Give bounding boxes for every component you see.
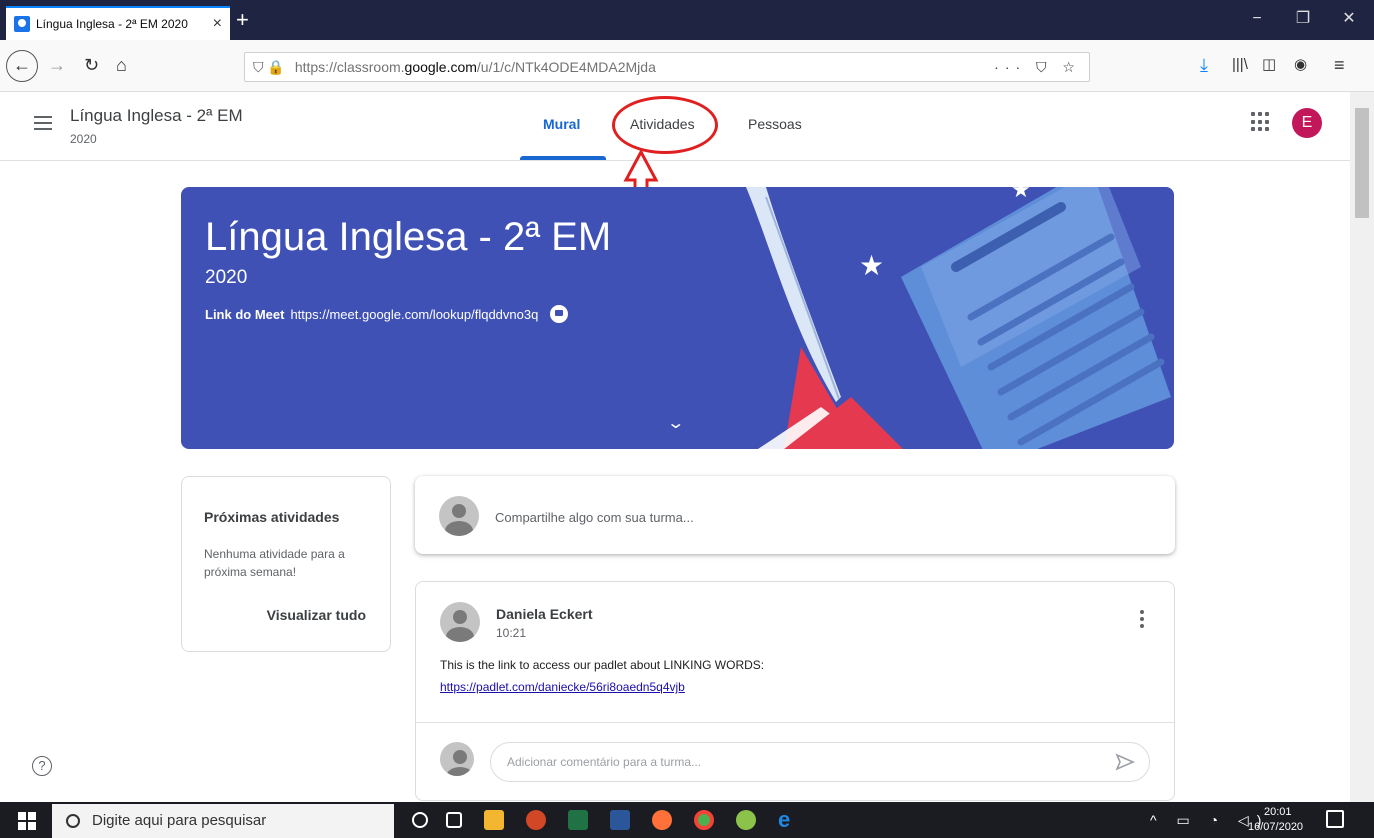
post-time: 10:21 <box>496 626 527 640</box>
firefox-icon[interactable] <box>652 810 672 830</box>
class-title[interactable]: Língua Inglesa - 2ª EM <box>70 106 243 126</box>
browser-tab-strip: Língua Inglesa - 2ª EM 2020 × + − ❐ ✕ <box>0 0 1374 40</box>
excel-icon[interactable] <box>568 810 588 830</box>
banner-title: Língua Inglesa - 2ª EM <box>205 215 612 259</box>
restore-button[interactable]: ❐ <box>1280 6 1326 32</box>
author-avatar <box>440 602 480 642</box>
share-placeholder[interactable]: Compartilhe algo com sua turma... <box>495 510 694 525</box>
avatar[interactable]: E <box>1292 108 1322 138</box>
chevron-down-icon[interactable]: ⌄ <box>666 413 685 433</box>
taskbar-search[interactable]: Digite aqui para pesquisar <box>52 804 394 838</box>
class-subtitle: 2020 <box>70 132 97 146</box>
edge-icon[interactable]: e <box>778 809 798 831</box>
tab-close-button[interactable]: × <box>213 15 222 33</box>
file-explorer-icon[interactable] <box>484 810 504 830</box>
windows-taskbar: Digite aqui para pesquisar e ^ ▭ ◔ ◁) 20… <box>0 802 1374 838</box>
tab-title: Língua Inglesa - 2ª EM 2020 <box>36 17 188 31</box>
svg-text:★: ★ <box>1011 187 1031 202</box>
browser-tab[interactable]: Língua Inglesa - 2ª EM 2020 × <box>6 6 230 40</box>
paint-icon[interactable] <box>736 810 756 830</box>
view-all-link[interactable]: Visualizar tudo <box>267 607 366 623</box>
downloads-icon[interactable]: ⤓ <box>1200 52 1208 78</box>
meet-link-row: Link do Meet https://meet.google.com/loo… <box>205 305 569 323</box>
announcement-post: Daniela Eckert 10:21 This is the link to… <box>415 581 1175 801</box>
minimize-button[interactable]: − <box>1234 6 1280 32</box>
chrome-icon[interactable] <box>694 810 714 830</box>
url-prefix: https://classroom. <box>294 59 405 75</box>
divider <box>416 722 1174 723</box>
browser-navbar: ← → ↻ ⌂ ⛉ 🔒 https://classroom. google.com… <box>0 40 1374 92</box>
lock-icon[interactable]: ⛉ 🔒 <box>253 59 285 76</box>
notification-icon[interactable] <box>1326 810 1344 828</box>
tab-mural[interactable]: Mural <box>543 116 580 132</box>
more-vert-icon[interactable] <box>1140 610 1144 628</box>
upcoming-title: Próximas atividades <box>204 509 340 525</box>
url-bar[interactable]: ⛉ 🔒 https://classroom. google.com/u/1/c/N… <box>244 52 1090 82</box>
url-domain: google.com <box>404 59 477 75</box>
account-icon[interactable]: ◉ <box>1294 52 1307 78</box>
forward-icon[interactable]: → <box>48 52 66 78</box>
share-box[interactable]: Compartilhe algo com sua turma... <box>415 476 1175 554</box>
reload-icon[interactable]: ↻ <box>84 52 99 78</box>
comment-avatar <box>440 742 474 776</box>
home-icon[interactable]: ⌂ <box>116 52 127 78</box>
clock-time[interactable]: 20:01 <box>1264 806 1292 818</box>
clock-date[interactable]: 16/07/2020 <box>1248 821 1303 833</box>
word-icon[interactable] <box>610 810 630 830</box>
search-icon <box>66 814 80 828</box>
page-actions-icon[interactable]: ··· ⛉ ☆ <box>994 59 1081 76</box>
comment-placeholder: Adicionar comentário para a turma... <box>507 755 702 769</box>
comment-input[interactable]: Adicionar comentário para a turma... <box>490 742 1150 782</box>
menu-icon[interactable] <box>34 116 52 130</box>
scrollbar-thumb[interactable] <box>1355 108 1369 218</box>
help-icon[interactable]: ? <box>32 756 52 776</box>
firefox-menu-icon[interactable]: ≡ <box>1334 52 1345 78</box>
library-icon[interactable]: |||\ <box>1232 52 1248 78</box>
upcoming-card: Próximas atividades Nenhuma atividade pa… <box>181 476 391 652</box>
window-close-button[interactable]: ✕ <box>1326 6 1372 32</box>
upcoming-text: Nenhuma atividade para a próxima semana! <box>204 547 345 579</box>
banner-year: 2020 <box>205 267 248 288</box>
cortana-icon[interactable] <box>412 812 428 828</box>
sidebar-icon[interactable]: ◫ <box>1262 52 1276 78</box>
classroom-favicon-icon <box>14 16 30 32</box>
svg-text:★: ★ <box>859 250 884 281</box>
post-link[interactable]: https://padlet.com/daniecke/56ri8oaedn5q… <box>440 680 685 694</box>
back-icon[interactable]: ← <box>6 50 38 82</box>
tab-pessoas[interactable]: Pessoas <box>748 116 802 132</box>
apps-icon[interactable] <box>1251 112 1271 132</box>
url-path: /u/1/c/NTk4ODE4MDA2Mjda <box>476 59 656 75</box>
meet-icon[interactable] <box>550 305 569 323</box>
active-tab-indicator <box>520 156 606 160</box>
class-banner: ★ ★ Língua Inglesa - 2ª EM 2020 Link do … <box>181 187 1174 449</box>
windows-start-icon[interactable] <box>18 812 36 830</box>
send-icon[interactable] <box>1115 753 1135 771</box>
meet-label: Link do Meet <box>205 306 285 322</box>
task-view-icon[interactable] <box>446 812 462 828</box>
avatar <box>439 496 479 536</box>
meet-url-link[interactable]: https://meet.google.com/lookup/flqddvno3… <box>290 307 538 322</box>
powerpoint-icon[interactable] <box>526 810 546 830</box>
new-tab-button[interactable]: + <box>236 6 249 34</box>
annotation-circle <box>612 96 718 154</box>
post-author: Daniela Eckert <box>496 606 593 622</box>
post-body: This is the link to access our padlet ab… <box>440 658 765 672</box>
